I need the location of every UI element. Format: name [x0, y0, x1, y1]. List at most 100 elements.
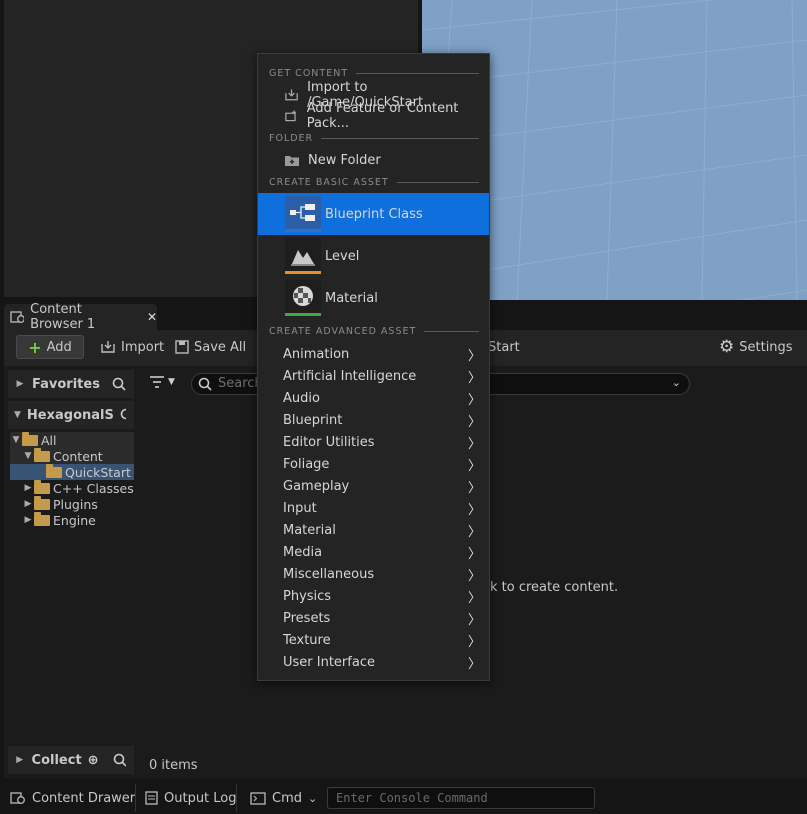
menu-item-material[interactable]: Material [258, 277, 489, 319]
section-label: CREATE ADVANCED ASSET [269, 326, 417, 337]
favorites-header[interactable]: ▶ Favorites [8, 370, 134, 398]
chevron-down-icon: ▼ [24, 451, 32, 461]
tree-label: Plugins [53, 496, 98, 512]
divider [236, 784, 237, 812]
content-browser-icon [10, 792, 25, 804]
save-all-button[interactable]: Save All [175, 335, 246, 359]
material-thumbnail [285, 280, 321, 316]
search-placeholder: Search [218, 376, 263, 391]
menu-item-add-feature[interactable]: Add Feature or Content Pack... [258, 101, 489, 131]
folder-icon [34, 511, 50, 526]
section-label: FOLDER [269, 133, 314, 144]
level-icon [291, 250, 315, 266]
tree-item-cpp-classes[interactable]: ▶ C++ Classes [10, 479, 134, 496]
import-icon [285, 89, 298, 101]
submenu-presets[interactable]: Presets 〉 [258, 607, 489, 629]
menu-item-level[interactable]: Level [258, 235, 489, 277]
settings-button[interactable]: ⚙ Settings [719, 335, 793, 359]
submenu-physics[interactable]: Physics 〉 [258, 585, 489, 607]
asset-color-bar [285, 271, 321, 274]
tree-item-plugins[interactable]: ▶ Plugins [10, 495, 134, 512]
tree-item-content[interactable]: ▼ Content [10, 447, 134, 464]
add-circle-icon[interactable]: ⊕ [88, 753, 99, 768]
close-icon[interactable]: ✕ [147, 310, 157, 324]
chevron-right-icon: ▶ [24, 515, 32, 525]
chevron-right-icon: ▶ [16, 379, 24, 389]
submenu-material[interactable]: Material 〉 [258, 519, 489, 541]
tree-label: Engine [53, 512, 96, 528]
submenu-texture[interactable]: Texture 〉 [258, 629, 489, 651]
submenu-artificial-intelligence[interactable]: Artificial Intelligence 〉 [258, 365, 489, 387]
submenu-gameplay[interactable]: Gameplay 〉 [258, 475, 489, 497]
content-drawer-button[interactable]: Content Drawer [10, 784, 135, 812]
search-icon [198, 377, 212, 391]
submenu-foliage[interactable]: Foliage 〉 [258, 453, 489, 475]
section-label: CREATE BASIC ASSET [269, 177, 389, 188]
collections-header[interactable]: ▶ Collect ⊕ [8, 746, 134, 774]
import-button[interactable]: Import [100, 335, 164, 359]
import-label: Import [121, 339, 165, 355]
chevron-right-icon: 〉 [467, 502, 481, 518]
chevron-right-icon: 〉 [467, 458, 481, 474]
chevron-right-icon: 〉 [467, 370, 481, 386]
blueprint-icon [290, 204, 315, 221]
output-log-label: Output Log [164, 790, 237, 806]
submenu-media[interactable]: Media 〉 [258, 541, 489, 563]
chevron-right-icon: 〉 [467, 568, 481, 584]
menu-item-label: New Folder [308, 152, 381, 168]
level-thumbnail [285, 238, 321, 274]
chevron-right-icon: ▶ [24, 499, 32, 509]
cpp-folder-icon [34, 479, 50, 494]
new-folder-icon [285, 156, 299, 166]
chevron-down-icon: ▼ [168, 377, 175, 387]
chevron-right-icon: 〉 [467, 546, 481, 562]
submenu-label: Texture [283, 632, 331, 648]
submenu-animation[interactable]: Animation 〉 [258, 343, 489, 365]
search-icon[interactable] [112, 377, 126, 391]
tab-content-browser[interactable]: Content Browser 1 ✕ [4, 302, 157, 332]
search-icon[interactable] [120, 408, 126, 422]
chevron-right-icon: 〉 [467, 480, 481, 496]
submenu-label: Blueprint [283, 412, 343, 428]
submenu-blueprint[interactable]: Blueprint 〉 [258, 409, 489, 431]
item-count: 0 items [149, 758, 198, 773]
tree-item-quickstart[interactable]: QuickStart [10, 463, 134, 480]
folder-icon [34, 495, 50, 510]
path-breadcrumb[interactable]: Start [488, 335, 520, 359]
chevron-right-icon: ▶ [24, 483, 32, 493]
submenu-miscellaneous[interactable]: Miscellaneous 〉 [258, 563, 489, 585]
favorites-label: Favorites [32, 376, 100, 392]
section-header-basic-asset: CREATE BASIC ASSET [269, 177, 479, 188]
settings-label: Settings [739, 339, 793, 355]
tree-item-engine[interactable]: ▶ Engine [10, 511, 134, 528]
submenu-label: Presets [283, 610, 331, 626]
submenu-audio[interactable]: Audio 〉 [258, 387, 489, 409]
submenu-user-interface[interactable]: User Interface 〉 [258, 651, 489, 673]
console-input[interactable]: Enter Console Command [327, 787, 595, 809]
menu-item-new-folder[interactable]: New Folder [258, 149, 489, 171]
output-log-button[interactable]: Output Log [145, 784, 237, 812]
chevron-right-icon: 〉 [467, 634, 481, 650]
folder-open-icon [34, 447, 50, 462]
section-label: GET CONTENT [269, 68, 349, 79]
submenu-input[interactable]: Input 〉 [258, 497, 489, 519]
chevron-right-icon: 〉 [467, 392, 481, 408]
chevron-right-icon: 〉 [467, 414, 481, 430]
submenu-editor-utilities[interactable]: Editor Utilities 〉 [258, 431, 489, 453]
menu-item-blueprint-class[interactable]: Blueprint Class [258, 193, 489, 235]
add-button[interactable]: + Add [16, 335, 84, 359]
folder-open-icon [22, 431, 38, 446]
chevron-down-icon[interactable]: ⌄ [672, 376, 681, 389]
project-header[interactable]: ▼ HexagonalS [8, 401, 134, 429]
sources-panel: ▶ Favorites ▼ HexagonalS ▼ All ▼ Content [8, 370, 134, 776]
save-all-label: Save All [194, 339, 247, 355]
menu-item-label: Material [325, 290, 378, 306]
filter-button[interactable]: ▼ [150, 376, 175, 388]
search-icon[interactable] [113, 753, 126, 767]
collections-label: Collect [31, 752, 82, 768]
cmd-selector[interactable]: Cmd ⌄ [250, 784, 317, 812]
submenu-label: Animation [283, 346, 350, 362]
add-label: Add [46, 339, 72, 355]
chevron-right-icon: 〉 [467, 656, 481, 672]
tree-item-all[interactable]: ▼ All [10, 431, 134, 448]
